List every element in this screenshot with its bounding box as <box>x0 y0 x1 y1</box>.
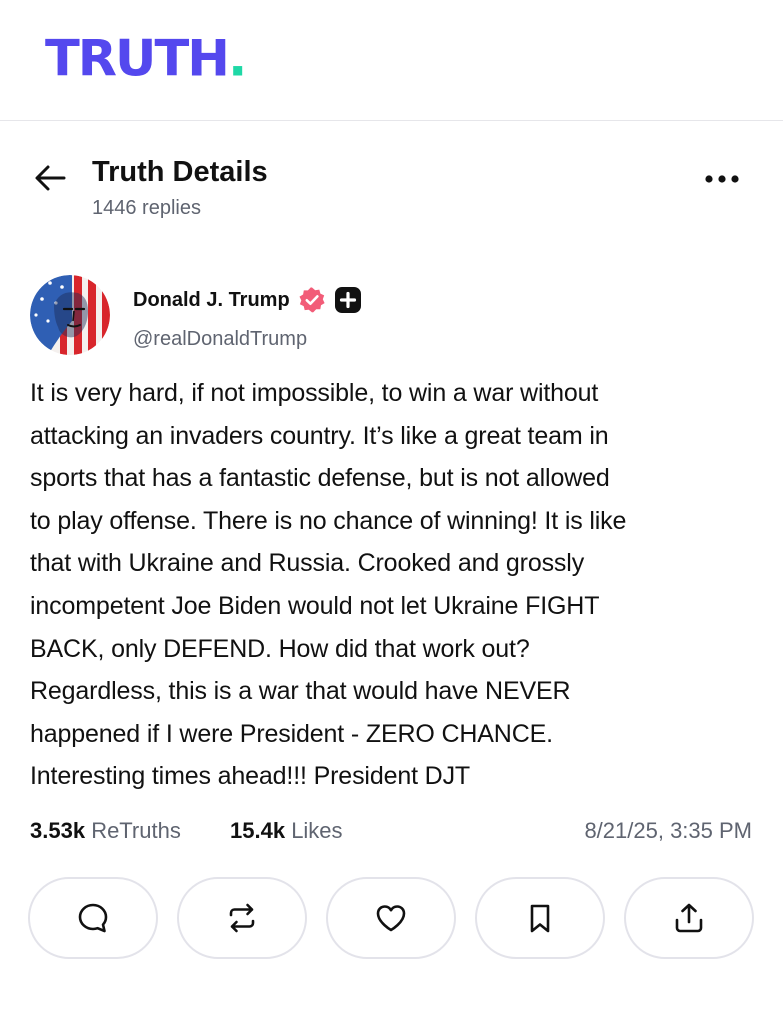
page-title: Truth Details <box>92 156 268 188</box>
like-button[interactable] <box>326 877 456 959</box>
truth-social-logo[interactable]: TRUTH. <box>45 30 247 90</box>
post-body-text: It is very hard, if not impossible, to w… <box>30 379 627 791</box>
reply-count: 1446 replies <box>92 197 201 219</box>
retruths-stat[interactable]: 3.53k ReTruths <box>30 814 181 848</box>
avatar-image <box>30 275 110 355</box>
retruth-icon <box>229 903 255 933</box>
post-author: Donald J. Trump @realDonaldTrump <box>30 275 750 360</box>
back-button[interactable] <box>30 158 70 198</box>
logo-text: TRUTH <box>45 30 230 89</box>
likes-stat[interactable]: 15.4k Likes <box>230 814 343 848</box>
reply-icon <box>78 903 108 933</box>
retruths-label: ReTruths <box>91 818 181 843</box>
like-icon <box>376 905 406 932</box>
verified-badge-icon <box>299 287 325 313</box>
likes-count: 15.4k <box>230 818 286 843</box>
likes-label: Likes <box>291 818 343 843</box>
top-bar: TRUTH. <box>0 0 783 121</box>
author-handle[interactable]: @realDonaldTrump <box>133 327 307 351</box>
retruths-count: 3.53k <box>30 818 86 843</box>
avatar[interactable] <box>30 275 110 355</box>
post-stats: 3.53k ReTruths 15.4k Likes 8/21/25, 3:35… <box>30 814 752 848</box>
truth-plus-icon <box>334 287 361 313</box>
share-button[interactable] <box>624 877 754 959</box>
more-horizontal-icon <box>705 175 739 183</box>
reply-button[interactable] <box>28 877 158 959</box>
logo-dot: . <box>227 30 247 89</box>
bookmark-icon <box>530 904 550 933</box>
author-name-row: Donald J. Trump <box>133 285 362 315</box>
more-options-button[interactable] <box>700 164 746 194</box>
post-timestamp: 8/21/25, 3:35 PM <box>584 818 752 843</box>
page-header: Truth Details 1446 replies <box>0 140 783 240</box>
author-name[interactable]: Donald J. Trump <box>133 287 290 313</box>
arrow-left-icon <box>35 165 66 191</box>
retruth-button[interactable] <box>177 877 307 959</box>
bookmark-button[interactable] <box>475 877 605 959</box>
post-actions <box>0 877 783 961</box>
share-icon <box>675 903 703 933</box>
